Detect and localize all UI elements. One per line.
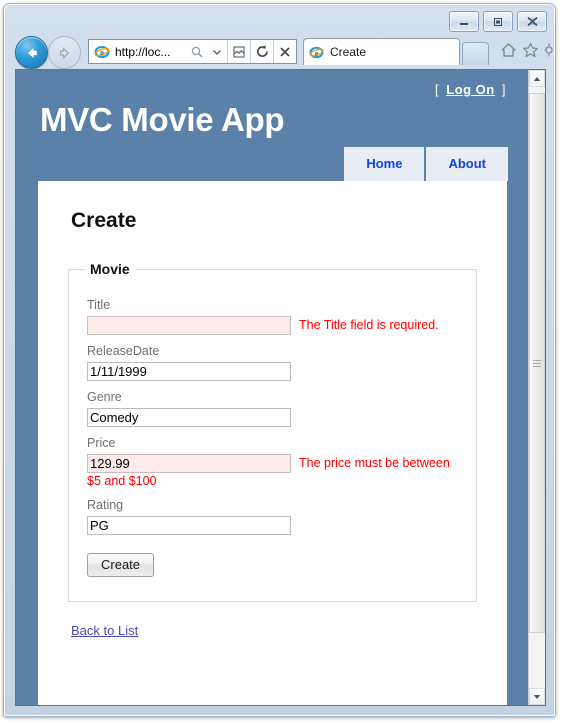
command-bar bbox=[500, 42, 554, 63]
forward-button[interactable] bbox=[48, 36, 81, 69]
vertical-scrollbar[interactable] bbox=[528, 70, 545, 705]
price-validation-error-line2: $5 and $100 bbox=[87, 474, 157, 488]
label-price: Price bbox=[87, 436, 116, 450]
price-input[interactable] bbox=[87, 454, 291, 473]
stop-icon[interactable] bbox=[274, 40, 296, 63]
field-row-genre bbox=[85, 408, 460, 427]
address-url-text[interactable]: http://loc... bbox=[112, 45, 187, 59]
refresh-icon[interactable] bbox=[251, 40, 273, 63]
search-icon[interactable] bbox=[187, 40, 207, 63]
main-menu: Home About bbox=[344, 147, 508, 181]
address-bar[interactable]: e http://loc... bbox=[88, 39, 297, 64]
field-row-price: The price must be between $5 and $100 bbox=[85, 454, 460, 489]
home-icon[interactable] bbox=[500, 42, 517, 63]
minimize-button[interactable] bbox=[449, 11, 479, 32]
title-validation-error: The Title field is required. bbox=[299, 318, 439, 332]
tab-strip: e Create bbox=[303, 38, 489, 65]
field-row-title: The Title field is required. bbox=[85, 316, 460, 335]
genre-input[interactable] bbox=[87, 408, 291, 427]
site-title: MVC Movie App bbox=[40, 101, 285, 138]
log-on-link[interactable]: Log On bbox=[446, 82, 495, 97]
movie-fieldset: Movie Title The Title field is required.… bbox=[68, 261, 477, 602]
field-row-rating bbox=[85, 516, 460, 535]
window-caption-buttons bbox=[449, 11, 547, 32]
label-title: Title bbox=[87, 298, 111, 312]
fieldset-legend: Movie bbox=[90, 261, 130, 277]
scroll-down-icon[interactable] bbox=[529, 688, 545, 705]
arrow-left-icon bbox=[27, 47, 37, 58]
menu-item-home[interactable]: Home bbox=[344, 147, 425, 181]
ie-logo-icon: e bbox=[309, 45, 324, 60]
logon-bracket-close: ] bbox=[501, 82, 506, 97]
tab-title: Create bbox=[330, 45, 367, 59]
scrollbar-thumb[interactable] bbox=[529, 93, 545, 633]
tools-gear-icon[interactable] bbox=[544, 42, 554, 63]
field-row-release-date bbox=[85, 362, 460, 381]
submit-row: Create bbox=[85, 535, 460, 577]
back-to-list-link[interactable]: Back to List bbox=[71, 623, 138, 638]
logon-bracket-open: [ bbox=[435, 82, 440, 97]
arrow-right-icon bbox=[59, 46, 69, 59]
create-submit-button[interactable]: Create bbox=[87, 553, 155, 577]
web-page: [ Log On ] MVC Movie App Home About Crea… bbox=[16, 70, 529, 705]
favorites-star-icon[interactable] bbox=[522, 42, 539, 63]
compatibility-view-icon[interactable] bbox=[228, 40, 250, 63]
browser-toolbar: e http://loc... e Create bbox=[4, 34, 555, 70]
scrollbar-grip-icon bbox=[533, 359, 541, 367]
main-content: Create Movie Title The Title field is re… bbox=[38, 181, 507, 705]
logon-area: [ Log On ] bbox=[435, 82, 506, 97]
scrollbar-track[interactable] bbox=[529, 87, 545, 688]
title-input[interactable] bbox=[87, 316, 291, 335]
label-rating: Rating bbox=[87, 498, 124, 512]
chevron-down-icon[interactable] bbox=[207, 40, 227, 63]
label-release-date: ReleaseDate bbox=[87, 344, 160, 358]
new-tab-button[interactable] bbox=[462, 42, 489, 65]
menu-item-about[interactable]: About bbox=[426, 147, 508, 181]
back-button[interactable] bbox=[15, 36, 48, 69]
scroll-up-icon[interactable] bbox=[529, 70, 545, 87]
browser-tab-create[interactable]: e Create bbox=[303, 38, 460, 65]
svg-text:e: e bbox=[100, 47, 104, 57]
close-button[interactable] bbox=[517, 11, 547, 32]
browser-window: e http://loc... e Create [Log On] MVC … bbox=[3, 3, 556, 717]
back-link-row: Back to List bbox=[71, 622, 477, 640]
site-header: [ Log On ] MVC Movie App Home About bbox=[16, 70, 529, 181]
page-title: Create bbox=[71, 209, 137, 232]
svg-text:e: e bbox=[315, 47, 319, 57]
release-date-input[interactable] bbox=[87, 362, 291, 381]
browser-viewport: [ Log On ] MVC Movie App Home About Crea… bbox=[15, 69, 546, 706]
ie-logo-icon: e bbox=[92, 44, 112, 60]
label-genre: Genre bbox=[87, 390, 122, 404]
maximize-button[interactable] bbox=[483, 11, 513, 32]
rating-input[interactable] bbox=[87, 516, 291, 535]
price-validation-error: The price must be between bbox=[299, 456, 450, 470]
